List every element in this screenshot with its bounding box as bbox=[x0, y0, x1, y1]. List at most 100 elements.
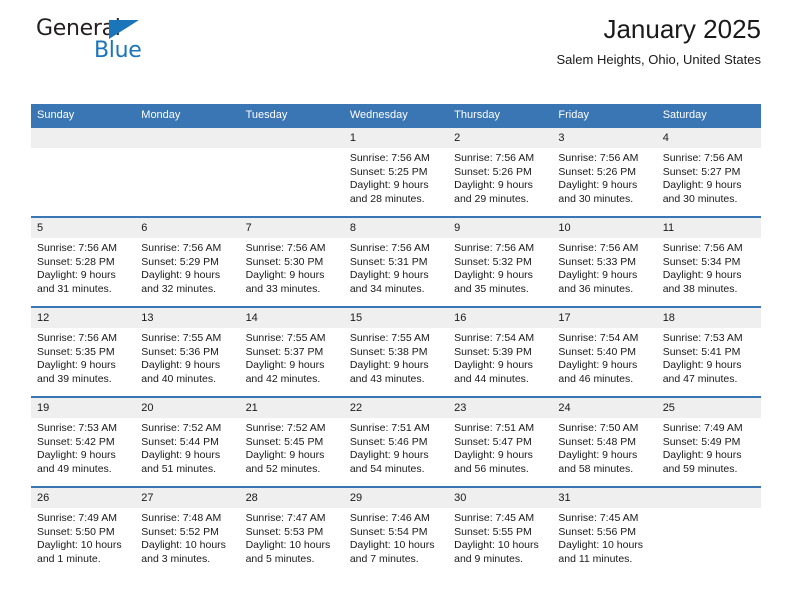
calendar-day-cell[interactable]: 6 Sunrise: 7:56 AM Sunset: 5:29 PM Daylight… bbox=[135, 216, 240, 307]
day-number: 14 bbox=[239, 308, 344, 328]
calendar-day-cell[interactable]: 12 Sunrise: 7:56 AM Sunset: 5:35 PM Dayligh… bbox=[31, 306, 136, 397]
day-number: 31 bbox=[552, 488, 657, 508]
calendar-day-cell[interactable]: 28 Sunrise: 7:47 AM Sunset: 5:53 PM Dayligh… bbox=[239, 486, 344, 576]
daylight-text-line2: and 29 minutes. bbox=[454, 192, 529, 205]
calendar-day-cell[interactable]: 5 Sunrise: 7:56 AM Sunset: 5:28 PM Daylight… bbox=[31, 216, 136, 307]
daylight-text-line2: and 33 minutes. bbox=[245, 282, 321, 295]
calendar-day-cell[interactable]: 8 Sunrise: 7:56 AM Sunset: 5:31 PM Daylight… bbox=[343, 216, 449, 307]
day-cell-inner: 19 Sunrise: 7:53 AM Sunset: 5:42 PM Dayligh… bbox=[31, 398, 136, 486]
day-number: 8 bbox=[343, 218, 449, 238]
calendar-day-cell[interactable]: 23 Sunrise: 7:51 AM Sunset: 5:47 PM Dayligh… bbox=[448, 396, 553, 487]
daylight-text-line1: Daylight: 9 hours bbox=[141, 449, 221, 462]
sunrise-text: Sunrise: 7:46 AM bbox=[349, 512, 430, 524]
daylight-text-line1: Daylight: 9 hours bbox=[245, 359, 325, 372]
day-cell-inner: 14 Sunrise: 7:55 AM Sunset: 5:37 PM Dayligh… bbox=[239, 308, 344, 396]
day-number: 16 bbox=[448, 308, 553, 328]
day-cell-inner bbox=[239, 128, 344, 216]
day-cell-inner bbox=[135, 128, 240, 216]
calendar-day-cell[interactable]: 25 Sunrise: 7:49 AM Sunset: 5:49 PM Dayligh… bbox=[656, 396, 761, 487]
daylight-text-line2: and 38 minutes. bbox=[662, 282, 738, 295]
sunset-text: Sunset: 5:30 PM bbox=[245, 255, 324, 268]
sunrise-text: Sunrise: 7:56 AM bbox=[662, 242, 743, 254]
sunrise-text: Sunrise: 7:45 AM bbox=[454, 512, 535, 524]
daylight-text-line2: and 49 minutes. bbox=[37, 462, 112, 475]
calendar-day-cell[interactable]: 31 Sunrise: 7:45 AM Sunset: 5:56 PM Dayligh… bbox=[552, 486, 657, 576]
calendar-day-cell[interactable]: 4 Sunrise: 7:56 AM Sunset: 5:27 PM Daylight… bbox=[656, 126, 761, 217]
day-details: Sunrise: 7:50 AM Sunset: 5:48 PM Daylight:… bbox=[552, 418, 656, 476]
day-details: Sunrise: 7:53 AM Sunset: 5:41 PM Daylight:… bbox=[657, 328, 761, 386]
day-details: Sunrise: 7:56 AM Sunset: 5:27 PM Daylight:… bbox=[657, 148, 761, 206]
day-cell-inner bbox=[656, 488, 761, 576]
sunrise-text: Sunrise: 7:53 AM bbox=[37, 422, 117, 434]
day-number: 3 bbox=[552, 128, 657, 148]
day-cell-inner: 12 Sunrise: 7:56 AM Sunset: 5:35 PM Dayligh… bbox=[31, 308, 136, 396]
calendar-day-cell[interactable]: 19 Sunrise: 7:53 AM Sunset: 5:42 PM Dayligh… bbox=[31, 396, 136, 487]
sunrise-text: Sunrise: 7:53 AM bbox=[662, 332, 743, 344]
sunrise-text: Sunrise: 7:47 AM bbox=[245, 512, 326, 524]
day-cell-inner: 11 Sunrise: 7:56 AM Sunset: 5:34 PM Dayligh… bbox=[656, 218, 761, 306]
day-number: 29 bbox=[343, 488, 449, 508]
calendar-day-cell[interactable]: 13 Sunrise: 7:55 AM Sunset: 5:36 PM Dayligh… bbox=[135, 306, 240, 397]
calendar-day-cell[interactable]: 20 Sunrise: 7:52 AM Sunset: 5:44 PM Dayligh… bbox=[135, 396, 240, 487]
day-cell-inner: 25 Sunrise: 7:49 AM Sunset: 5:49 PM Dayligh… bbox=[656, 398, 761, 486]
daylight-text-line1: Daylight: 9 hours bbox=[37, 359, 116, 372]
daylight-text-line1: Daylight: 9 hours bbox=[37, 269, 116, 282]
calendar-week-row: 5 Sunrise: 7:56 AM Sunset: 5:28 PM Daylight… bbox=[31, 216, 761, 307]
calendar-day-cell[interactable]: 14 Sunrise: 7:55 AM Sunset: 5:37 PM Dayligh… bbox=[239, 306, 344, 397]
sunrise-text: Sunrise: 7:56 AM bbox=[454, 152, 535, 164]
calendar-day-cell[interactable]: 18 Sunrise: 7:53 AM Sunset: 5:41 PM Dayligh… bbox=[656, 306, 761, 397]
daylight-text-line2: and 56 minutes. bbox=[454, 462, 529, 475]
calendar-day-cell[interactable]: 22 Sunrise: 7:51 AM Sunset: 5:46 PM Dayligh… bbox=[343, 396, 449, 487]
day-details: Sunrise: 7:56 AM Sunset: 5:30 PM Daylight:… bbox=[240, 238, 344, 296]
day-details: Sunrise: 7:56 AM Sunset: 5:34 PM Daylight:… bbox=[657, 238, 761, 296]
day-number bbox=[656, 488, 761, 508]
calendar-day-cell[interactable]: 10 Sunrise: 7:56 AM Sunset: 5:33 PM Dayligh… bbox=[552, 216, 657, 307]
daylight-text-line1: Daylight: 9 hours bbox=[662, 359, 742, 372]
day-cell-inner: 24 Sunrise: 7:50 AM Sunset: 5:48 PM Dayligh… bbox=[552, 398, 657, 486]
calendar-day-cell[interactable]: 30 Sunrise: 7:45 AM Sunset: 5:55 PM Dayligh… bbox=[448, 486, 553, 576]
sunset-text: Sunset: 5:36 PM bbox=[141, 345, 219, 358]
day-details: Sunrise: 7:51 AM Sunset: 5:46 PM Daylight:… bbox=[344, 418, 448, 476]
calendar-day-cell[interactable]: 3 Sunrise: 7:56 AM Sunset: 5:26 PM Daylight… bbox=[552, 126, 657, 217]
day-number: 5 bbox=[31, 218, 136, 238]
sunrise-text: Sunrise: 7:55 AM bbox=[141, 332, 222, 344]
calendar-day-cell[interactable]: 1 Sunrise: 7:56 AM Sunset: 5:25 PM Daylight… bbox=[343, 126, 449, 217]
day-cell-inner: 21 Sunrise: 7:52 AM Sunset: 5:45 PM Dayligh… bbox=[239, 398, 344, 486]
calendar-day-cell[interactable]: 7 Sunrise: 7:56 AM Sunset: 5:30 PM Daylight… bbox=[239, 216, 344, 307]
page-header: General Blue January 2025 Salem Heights,… bbox=[31, 0, 761, 72]
sunrise-text: Sunrise: 7:52 AM bbox=[245, 422, 326, 434]
day-details: Sunrise: 7:56 AM Sunset: 5:32 PM Daylight:… bbox=[448, 238, 552, 296]
day-number bbox=[239, 128, 344, 148]
calendar-day-cell[interactable]: 15 Sunrise: 7:55 AM Sunset: 5:38 PM Dayligh… bbox=[343, 306, 449, 397]
calendar-day-cell[interactable]: 17 Sunrise: 7:54 AM Sunset: 5:40 PM Dayligh… bbox=[552, 306, 657, 397]
daylight-text-line1: Daylight: 9 hours bbox=[349, 179, 429, 192]
day-details: Sunrise: 7:51 AM Sunset: 5:47 PM Daylight:… bbox=[448, 418, 552, 476]
calendar-day-cell[interactable]: 16 Sunrise: 7:54 AM Sunset: 5:39 PM Dayligh… bbox=[448, 306, 553, 397]
calendar-day-cell[interactable]: 27 Sunrise: 7:48 AM Sunset: 5:52 PM Dayligh… bbox=[135, 486, 240, 576]
calendar-day-cell[interactable]: 24 Sunrise: 7:50 AM Sunset: 5:48 PM Dayligh… bbox=[552, 396, 657, 487]
day-details: Sunrise: 7:52 AM Sunset: 5:45 PM Daylight:… bbox=[240, 418, 344, 476]
calendar-day-cell[interactable]: 26 Sunrise: 7:49 AM Sunset: 5:50 PM Dayligh… bbox=[31, 486, 136, 576]
weekday-header-monday: Monday bbox=[135, 104, 240, 127]
day-cell-inner: 29 Sunrise: 7:46 AM Sunset: 5:54 PM Dayligh… bbox=[343, 488, 449, 576]
sunset-text: Sunset: 5:48 PM bbox=[558, 435, 637, 448]
day-number: 15 bbox=[343, 308, 449, 328]
day-cell-inner bbox=[31, 128, 136, 216]
logo-text-blue: Blue bbox=[94, 38, 142, 63]
day-cell-inner: 28 Sunrise: 7:47 AM Sunset: 5:53 PM Dayligh… bbox=[239, 488, 344, 576]
sunset-text: Sunset: 5:39 PM bbox=[454, 345, 532, 358]
sunset-text: Sunset: 5:31 PM bbox=[349, 255, 428, 268]
sunset-text: Sunset: 5:45 PM bbox=[245, 435, 324, 448]
daylight-text-line1: Daylight: 9 hours bbox=[454, 179, 533, 192]
calendar-day-cell[interactable]: 29 Sunrise: 7:46 AM Sunset: 5:54 PM Dayligh… bbox=[343, 486, 449, 576]
day-details: Sunrise: 7:49 AM Sunset: 5:49 PM Daylight:… bbox=[657, 418, 761, 476]
day-cell-inner: 7 Sunrise: 7:56 AM Sunset: 5:30 PM Daylight… bbox=[239, 218, 344, 306]
calendar-day-cell[interactable]: 9 Sunrise: 7:56 AM Sunset: 5:32 PM Daylight… bbox=[448, 216, 553, 307]
calendar-day-cell[interactable]: 11 Sunrise: 7:56 AM Sunset: 5:34 PM Dayligh… bbox=[656, 216, 761, 307]
calendar-page: General Blue January 2025 Salem Heights,… bbox=[0, 0, 792, 612]
sunset-text: Sunset: 5:33 PM bbox=[558, 255, 637, 268]
generalblue-logo: General Blue bbox=[36, 16, 236, 68]
day-cell-inner: 10 Sunrise: 7:56 AM Sunset: 5:33 PM Dayligh… bbox=[552, 218, 657, 306]
calendar-day-cell[interactable]: 2 Sunrise: 7:56 AM Sunset: 5:26 PM Daylight… bbox=[448, 126, 553, 217]
calendar-day-cell[interactable]: 21 Sunrise: 7:52 AM Sunset: 5:45 PM Dayligh… bbox=[239, 396, 344, 487]
